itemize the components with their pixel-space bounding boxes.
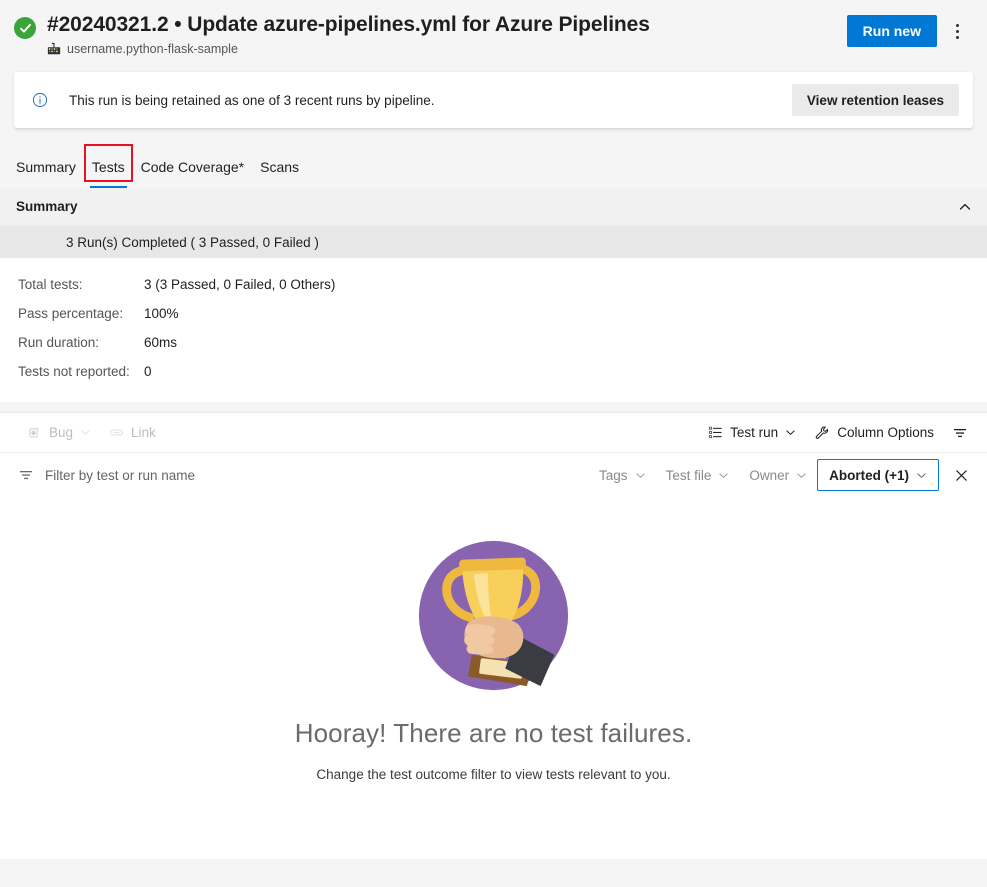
empty-state-title: Hooray! There are no test failures. xyxy=(294,718,693,748)
link-icon xyxy=(110,429,124,436)
filter-dropdown-outcome-label: Aborted (+1) xyxy=(829,467,909,483)
stat-row: Total tests: 3 (3 Passed, 0 Failed, 0 Ot… xyxy=(18,270,987,299)
empty-state: Hooray! There are no test failures. Chan… xyxy=(0,497,987,859)
tab-code-coverage[interactable]: Code Coverage* xyxy=(133,157,253,188)
create-bug-button[interactable]: Bug xyxy=(18,418,100,448)
more-vertical-icon[interactable] xyxy=(941,15,973,47)
tab-tests-label: Tests xyxy=(91,159,125,175)
summary-header[interactable]: Summary xyxy=(0,188,987,226)
runs-completed-row: 3 Run(s) Completed ( 3 Passed, 0 Failed … xyxy=(0,226,987,258)
view-retention-leases-button[interactable]: View retention leases xyxy=(791,84,959,116)
repository-name: username.python-flask-sample xyxy=(67,42,238,56)
tab-scans-label: Scans xyxy=(260,159,300,175)
stat-value: 100% xyxy=(144,306,179,321)
toggle-filter-button[interactable] xyxy=(943,418,977,448)
summary-card: Summary 3 Run(s) Completed ( 3 Passed, 0… xyxy=(0,188,987,402)
filter-dropdown-test-file[interactable]: Test file xyxy=(656,460,740,490)
column-options-label: Column Options xyxy=(837,425,934,440)
results-toolbar: Bug Link Test run Column Options xyxy=(0,413,987,453)
stat-row: Tests not reported: 0 xyxy=(18,357,987,386)
create-bug-label: Bug xyxy=(49,425,74,440)
chevron-up-icon[interactable] xyxy=(957,199,973,215)
group-by-button[interactable]: Test run xyxy=(699,418,805,448)
filter-dropdown-owner[interactable]: Owner xyxy=(739,460,817,490)
filter-dropdown-test-file-label: Test file xyxy=(665,467,712,483)
stat-row: Pass percentage: 100% xyxy=(18,299,987,328)
chevron-down-icon xyxy=(719,472,729,478)
retention-notice-wrap: This run is being retained as one of 3 r… xyxy=(0,72,987,128)
filter-icon xyxy=(954,428,966,437)
summary-title: Summary xyxy=(16,199,78,214)
filter-dropdown-owner-label: Owner xyxy=(749,467,790,483)
stat-value: 60ms xyxy=(144,335,178,350)
retention-notice: This run is being retained as one of 3 r… xyxy=(14,72,973,128)
tab-summary-label: Summary xyxy=(16,159,76,175)
close-icon xyxy=(955,469,967,481)
info-icon xyxy=(32,92,48,108)
stat-value: 3 (3 Passed, 0 Failed, 0 Others) xyxy=(144,277,336,292)
pivot-tabs: Summary Tests Code Coverage* Scans xyxy=(0,138,987,188)
search-field-wrap xyxy=(18,467,589,483)
tab-tests[interactable]: Tests xyxy=(83,144,133,188)
run-title-block: #20240321.2 • Update azure-pipelines.yml… xyxy=(47,10,847,57)
test-results-card: Bug Link Test run Column Options Filter … xyxy=(0,412,987,859)
wrench-icon xyxy=(815,426,829,439)
clear-filters-button[interactable] xyxy=(945,459,977,491)
chevron-down-icon xyxy=(81,430,90,436)
filter-bar: Tags Test file Owner Aborted (+1) xyxy=(0,453,987,497)
chevron-down-icon xyxy=(786,430,795,436)
filter-dropdown-outcome[interactable]: Aborted (+1) xyxy=(817,459,939,491)
filter-icon xyxy=(20,471,32,480)
column-options-button[interactable]: Column Options xyxy=(805,418,943,448)
retention-notice-text: This run is being retained as one of 3 r… xyxy=(69,92,435,108)
stat-label: Total tests: xyxy=(18,277,83,292)
repository-icon xyxy=(47,42,61,55)
group-by-label: Test run xyxy=(730,425,779,440)
filter-dropdown-tags-label: Tags xyxy=(599,467,628,483)
tab-scans[interactable]: Scans xyxy=(252,157,307,188)
chevron-down-icon xyxy=(917,472,926,478)
grouped-list-icon xyxy=(709,426,722,439)
stat-value: 0 xyxy=(144,364,152,379)
stat-label: Tests not reported: xyxy=(18,364,130,379)
link-button[interactable]: Link xyxy=(100,418,165,448)
search-input[interactable] xyxy=(45,467,385,483)
trophy-in-hand-illustration xyxy=(418,540,569,691)
summary-stats: Total tests: 3 (3 Passed, 0 Failed, 0 Ot… xyxy=(0,258,987,402)
page-title: #20240321.2 • Update azure-pipelines.yml… xyxy=(47,13,650,36)
tab-code-coverage-label: Code Coverage* xyxy=(140,159,245,175)
stat-label: Run duration: xyxy=(18,335,100,350)
chevron-down-icon xyxy=(635,472,645,478)
chevron-down-icon xyxy=(797,472,806,478)
empty-state-subtitle: Change the test outcome filter to view t… xyxy=(316,767,671,782)
filter-dropdown-tags[interactable]: Tags xyxy=(589,460,656,490)
test-results-page: #20240321.2 • Update azure-pipelines.yml… xyxy=(0,0,987,887)
stat-row: Run duration: 60ms xyxy=(18,328,987,357)
link-label: Link xyxy=(131,425,156,440)
repository-line: username.python-flask-sample xyxy=(47,41,847,57)
run-header: #20240321.2 • Update azure-pipelines.yml… xyxy=(0,0,987,72)
runs-completed-text: 3 Run(s) Completed ( 3 Passed, 0 Failed … xyxy=(66,234,319,250)
tab-summary[interactable]: Summary xyxy=(8,157,84,188)
run-new-button[interactable]: Run new xyxy=(846,15,937,47)
stat-label: Pass percentage: xyxy=(18,306,124,321)
bug-icon xyxy=(29,427,39,438)
header-actions: Run new xyxy=(846,15,973,47)
check-circle-icon xyxy=(14,17,36,39)
